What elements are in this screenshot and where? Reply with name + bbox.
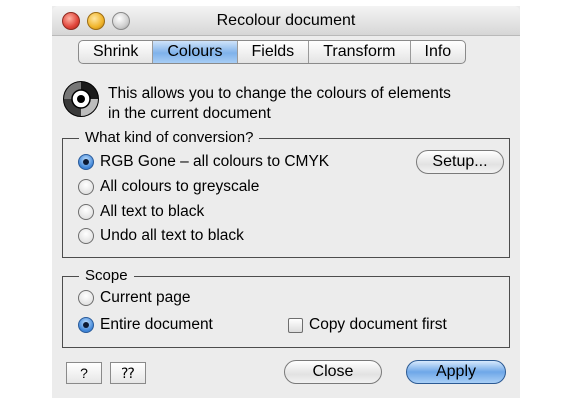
tab-fields[interactable]: Fields	[238, 41, 310, 63]
radio-label: All text to black	[100, 203, 205, 220]
more-help-button[interactable]: ⁇	[110, 362, 146, 384]
radio-text-black[interactable]: All text to black	[78, 203, 204, 221]
radio-label: Undo all text to black	[100, 227, 244, 244]
tab-transform[interactable]: Transform	[309, 41, 411, 63]
scope-group: Scope	[62, 267, 510, 348]
intro-line-1: This allows you to change the colours of…	[108, 85, 451, 102]
radio-label: Current page	[100, 289, 191, 306]
tab-colours[interactable]: Colours	[153, 41, 238, 63]
colour-wheel-icon	[63, 81, 99, 117]
tab-bar: Shrink Colours Fields Transform Info	[78, 40, 467, 64]
setup-button[interactable]: Setup...	[416, 150, 504, 174]
radio-greyscale[interactable]: All colours to greyscale	[78, 178, 259, 196]
conversion-legend: What kind of conversion?	[79, 129, 260, 147]
tab-shrink[interactable]: Shrink	[79, 41, 154, 63]
intro-line-2: in the current document	[108, 105, 271, 122]
radio-entire-document[interactable]: Entire document	[78, 316, 213, 334]
radio-label: All colours to greyscale	[100, 178, 260, 195]
radio-button[interactable]	[78, 290, 94, 306]
title-bar[interactable]: Recolour document	[52, 6, 520, 36]
checkbox-label: Copy document first	[309, 316, 447, 333]
radio-button-selected[interactable]	[78, 317, 94, 333]
recolour-dialog: Recolour document Shrink Colours Fields …	[52, 6, 520, 398]
window-title: Recolour document	[216, 12, 356, 29]
radio-rgb-gone[interactable]: RGB Gone – all colours to CMYK	[78, 153, 329, 171]
apply-button[interactable]: Apply	[406, 360, 506, 384]
radio-button[interactable]	[78, 179, 94, 195]
radio-button[interactable]	[78, 228, 94, 244]
scope-legend: Scope	[79, 267, 134, 285]
radio-current-page[interactable]: Current page	[78, 289, 190, 307]
tab-info[interactable]: Info	[411, 41, 466, 63]
radio-undo-text-black[interactable]: Undo all text to black	[78, 227, 244, 245]
radio-button-selected[interactable]	[78, 154, 94, 170]
intro-text: This allows you to change the colours of…	[108, 84, 516, 124]
copy-document-checkbox[interactable]	[288, 317, 303, 333]
radio-label: Entire document	[100, 316, 213, 333]
close-button[interactable]: Close	[284, 360, 382, 384]
help-button[interactable]: ?	[66, 362, 102, 384]
radio-label: RGB Gone – all colours to CMYK	[100, 153, 330, 170]
copy-document-checkbox-row[interactable]: Copy document first	[288, 316, 447, 334]
radio-button[interactable]	[78, 204, 94, 220]
